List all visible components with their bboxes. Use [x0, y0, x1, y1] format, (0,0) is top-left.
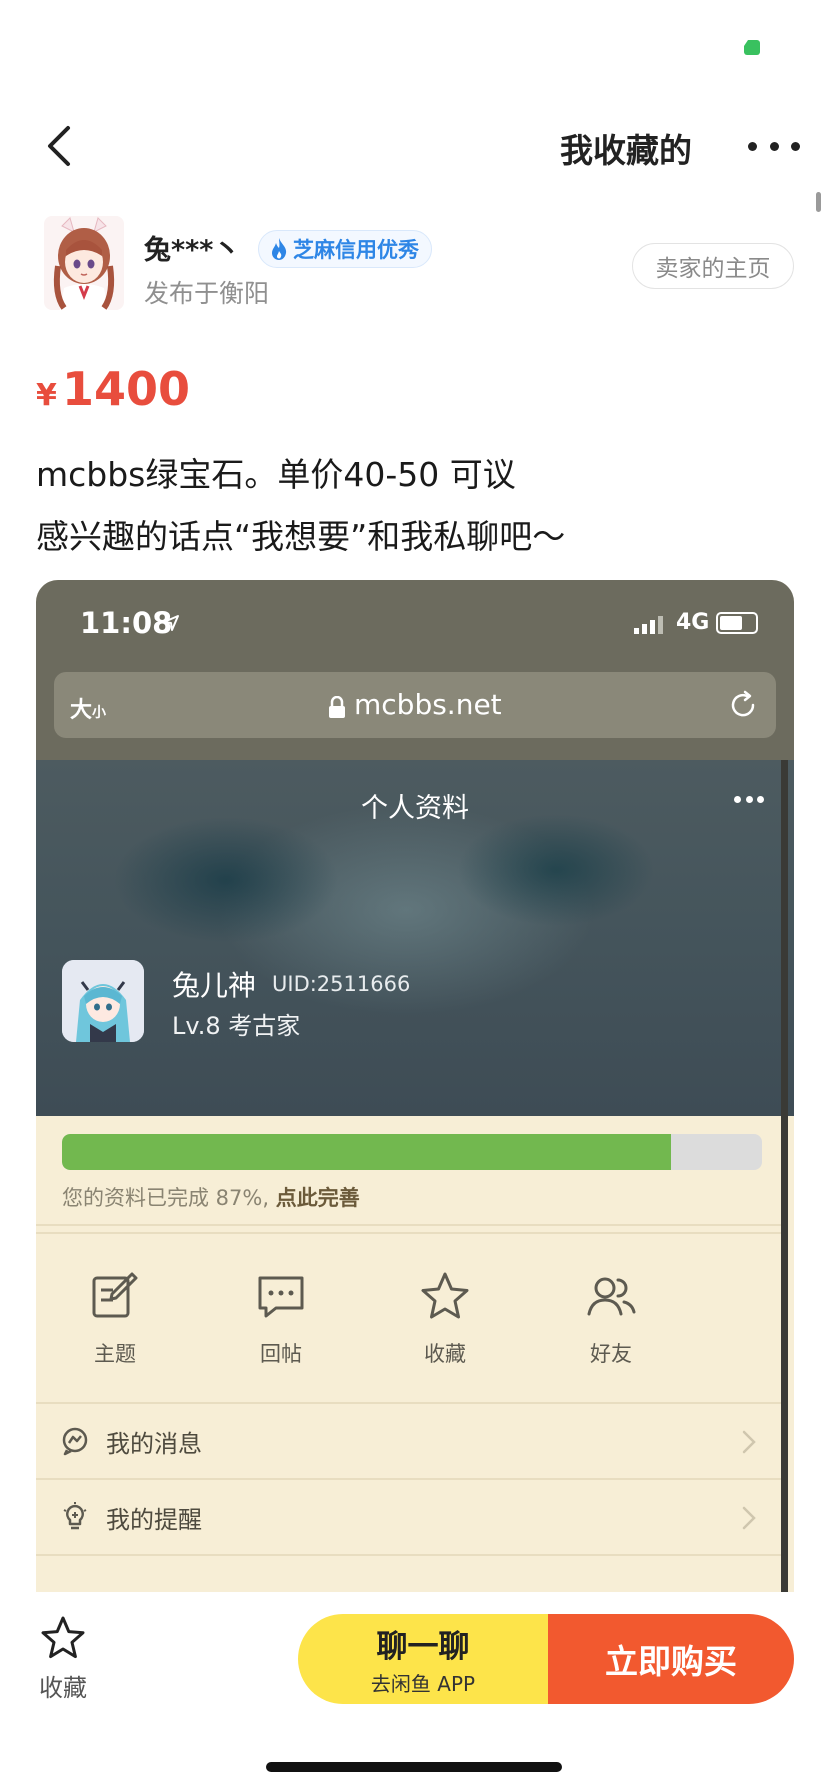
quick-action-label: 主题 — [94, 1342, 136, 1366]
location-arrow-icon — [163, 615, 179, 631]
chat-button-sublabel: 去闲鱼 APP — [370, 1672, 476, 1696]
menu-row-messages: 我的消息 — [36, 1404, 781, 1478]
home-indicator[interactable] — [266, 1762, 562, 1772]
user-avatar — [62, 960, 144, 1042]
page-title: 我收藏的 — [560, 131, 692, 170]
more-dots-icon[interactable] — [748, 128, 800, 164]
price-value: 1400 — [62, 362, 191, 416]
text-size-small: 小 — [92, 705, 107, 721]
seller-name[interactable]: 兔***丶 — [144, 228, 240, 267]
user-level: Lv.8 考古家 — [172, 1012, 301, 1040]
image-status-time: 11:08 — [80, 606, 173, 640]
item-description-line2: 感兴趣的话点“我想要”和我私聊吧～ — [36, 517, 566, 556]
chat-button-label: 聊一聊 — [376, 1629, 470, 1665]
menu-label: 我的消息 — [106, 1430, 202, 1458]
price-currency: ¥ — [36, 378, 57, 413]
lock-icon — [329, 696, 345, 718]
text-size-label: 大小 — [70, 692, 106, 724]
favorite-button[interactable]: 收藏 — [34, 1614, 92, 1703]
progress-label: 您的资料已完成 87%, — [62, 1186, 276, 1210]
quick-action-label: 收藏 — [424, 1342, 466, 1366]
image-url: mcbbs.net — [354, 688, 502, 721]
chat-button[interactable]: 聊一聊 去闲鱼 APP — [298, 1614, 548, 1704]
text-size-large: 大 — [70, 698, 93, 723]
profile-title: 个人资料 — [361, 793, 469, 824]
chevron-right-icon — [742, 1506, 756, 1530]
quick-action-topics: 主题 — [50, 1270, 180, 1380]
image-edge-strip — [781, 760, 788, 1592]
quick-action-friends: 好友 — [546, 1270, 676, 1380]
message-icon — [62, 1427, 88, 1456]
divider — [36, 1232, 781, 1234]
back-icon[interactable] — [40, 120, 80, 172]
publish-location: 发布于衡阳 — [144, 279, 270, 308]
edit-icon — [92, 1272, 138, 1318]
reload-icon — [731, 690, 755, 717]
menu-label: 我的提醒 — [106, 1506, 202, 1534]
battery-indicator — [744, 40, 760, 55]
friends-icon — [587, 1277, 636, 1316]
divider — [36, 1554, 781, 1556]
quick-action-favorites: 收藏 — [380, 1270, 510, 1380]
item-image[interactable]: 11:08 4G 大小 mcbbs.net 个人资料 兔儿神 UID:25116… — [36, 580, 794, 1592]
chevron-right-icon — [742, 1430, 756, 1454]
favorite-label: 收藏 — [39, 1674, 87, 1702]
comment-icon — [258, 1276, 304, 1318]
flame-icon — [272, 238, 287, 260]
bulb-icon — [63, 1502, 87, 1530]
quick-action-replies: 回帖 — [216, 1270, 346, 1380]
divider — [36, 1224, 781, 1226]
seller-home-button[interactable]: 卖家的主页 — [632, 243, 794, 289]
profile-progress-fill — [62, 1134, 671, 1170]
seller-avatar[interactable] — [44, 216, 124, 310]
quick-action-label: 回帖 — [260, 1342, 302, 1366]
signal-icon — [634, 616, 663, 634]
user-uid: UID:2511666 — [272, 972, 411, 996]
credit-badge-label: 芝麻信用优秀 — [293, 238, 419, 262]
network-type: 4G — [676, 610, 710, 635]
battery-icon — [716, 612, 758, 634]
buy-now-button[interactable]: 立即购买 — [548, 1614, 794, 1704]
credit-badge: 芝麻信用优秀 — [258, 230, 432, 268]
menu-row-reminders: 我的提醒 — [36, 1480, 781, 1554]
quick-action-label: 好友 — [590, 1342, 632, 1366]
profile-progress-text: 您的资料已完成 87%, 点此完善 — [62, 1182, 360, 1212]
user-name: 兔儿神 — [172, 969, 257, 1002]
star-icon — [41, 1616, 85, 1659]
item-description-line1: mcbbs绿宝石。单价40-50 可议 — [36, 455, 516, 494]
scroll-indicator — [816, 192, 821, 212]
complete-profile-link: 点此完善 — [275, 1186, 360, 1210]
profile-more-icon — [734, 796, 764, 806]
star-icon — [421, 1272, 469, 1319]
profile-progress-bar — [62, 1134, 762, 1170]
